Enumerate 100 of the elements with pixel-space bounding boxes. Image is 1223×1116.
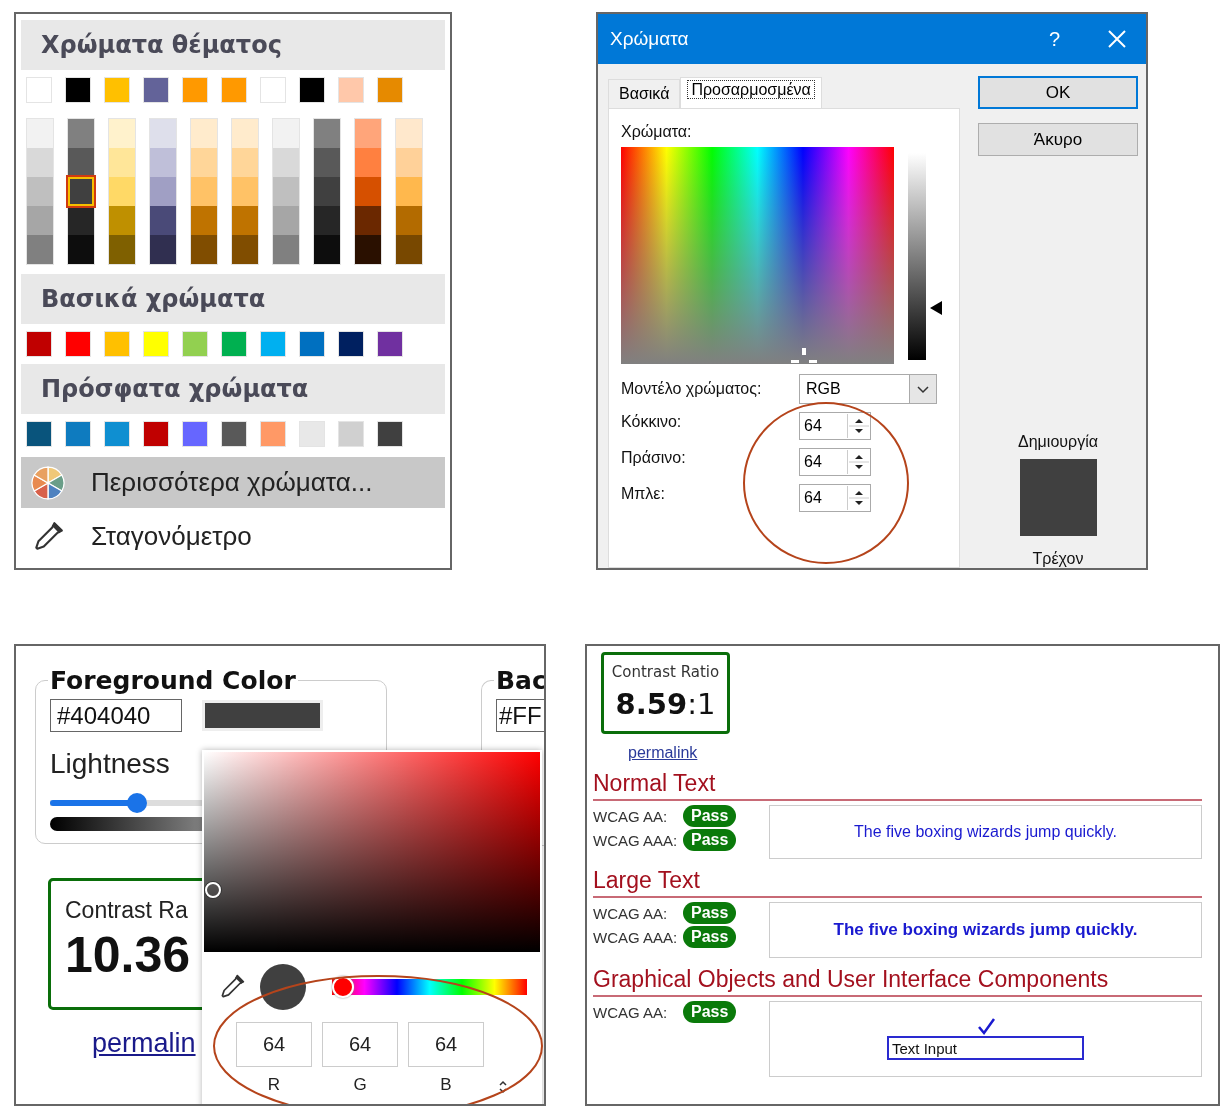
color-swatch[interactable] (182, 421, 208, 447)
color-swatch[interactable] (232, 206, 258, 235)
color-swatch[interactable] (396, 119, 422, 148)
spin-field[interactable]: 64 (799, 448, 871, 476)
color-swatch[interactable] (232, 148, 258, 177)
color-swatch[interactable] (191, 177, 217, 206)
color-swatch[interactable] (109, 206, 135, 235)
dialog-button[interactable]: Άκυρο (978, 123, 1138, 156)
color-swatch[interactable] (221, 77, 247, 103)
color-swatch[interactable] (273, 206, 299, 235)
color-swatch[interactable] (314, 119, 340, 148)
color-swatch[interactable] (27, 148, 53, 177)
color-swatch[interactable] (143, 77, 169, 103)
color-swatch[interactable] (26, 331, 52, 357)
color-swatch[interactable] (109, 235, 135, 264)
color-swatch[interactable] (150, 235, 176, 264)
color-swatch[interactable] (299, 331, 325, 357)
color-swatch[interactable] (68, 206, 94, 235)
color-swatch[interactable] (202, 700, 323, 731)
color-swatch[interactable] (68, 177, 94, 206)
picker-handle[interactable] (205, 881, 221, 898)
color-swatch[interactable] (27, 235, 53, 264)
color-swatch[interactable] (143, 331, 169, 357)
color-swatch[interactable] (232, 177, 258, 206)
chevron-updown-icon[interactable] (498, 1080, 508, 1094)
spin-arrows-icon[interactable] (847, 486, 870, 510)
spin-field[interactable]: 64 (799, 484, 871, 512)
color-swatch[interactable] (338, 331, 364, 357)
color-swatch[interactable] (260, 331, 286, 357)
color-swatch[interactable] (396, 177, 422, 206)
color-swatch[interactable] (143, 421, 169, 447)
color-swatch[interactable] (273, 119, 299, 148)
hex-input[interactable]: #404040 (50, 699, 182, 732)
color-swatch[interactable] (68, 119, 94, 148)
color-swatch[interactable] (27, 119, 53, 148)
color-swatch[interactable] (377, 77, 403, 103)
color-swatch[interactable] (232, 119, 258, 148)
channel-input[interactable]: 64 (322, 1022, 398, 1067)
color-swatch[interactable] (68, 235, 94, 264)
color-swatch[interactable] (104, 421, 130, 447)
color-swatch[interactable] (182, 331, 208, 357)
color-swatch[interactable] (314, 148, 340, 177)
color-swatch[interactable] (26, 77, 52, 103)
close-icon[interactable] (1108, 30, 1126, 48)
color-swatch[interactable] (65, 331, 91, 357)
color-swatch[interactable] (182, 77, 208, 103)
spin-arrows-icon[interactable] (847, 414, 870, 438)
channel-input[interactable]: 64 (408, 1022, 484, 1067)
color-swatch[interactable] (191, 235, 217, 264)
color-swatch[interactable] (273, 235, 299, 264)
color-swatch[interactable] (260, 77, 286, 103)
color-swatch[interactable] (109, 148, 135, 177)
color-swatch[interactable] (221, 421, 247, 447)
color-swatch[interactable] (109, 119, 135, 148)
saturation-gradient[interactable] (204, 752, 540, 952)
slider-thumb[interactable] (332, 976, 354, 998)
color-swatch[interactable] (27, 206, 53, 235)
color-swatch[interactable] (299, 421, 325, 447)
color-swatch[interactable] (191, 206, 217, 235)
color-swatch[interactable] (150, 206, 176, 235)
channel-input[interactable]: 64 (236, 1022, 312, 1067)
color-swatch[interactable] (260, 421, 286, 447)
slider-thumb[interactable] (126, 793, 147, 813)
color-swatch[interactable] (396, 206, 422, 235)
color-swatch[interactable] (355, 235, 381, 264)
permalink[interactable]: permalin (92, 1028, 196, 1059)
spin-field[interactable]: 64 (799, 412, 871, 440)
color-swatch[interactable] (396, 148, 422, 177)
color-swatch[interactable] (314, 235, 340, 264)
dialog-button[interactable]: OK (978, 76, 1138, 109)
color-swatch[interactable] (338, 421, 364, 447)
color-swatch[interactable] (27, 177, 53, 206)
color-swatch[interactable] (355, 148, 381, 177)
color-swatch[interactable] (221, 331, 247, 357)
color-swatch[interactable] (355, 206, 381, 235)
color-swatch[interactable] (232, 235, 258, 264)
color-swatch[interactable] (109, 177, 135, 206)
arrow-icon[interactable] (930, 301, 942, 316)
color-swatch[interactable] (68, 148, 94, 177)
color-swatch[interactable] (104, 331, 130, 357)
help-button[interactable]: ? (1048, 27, 1060, 51)
color-swatch[interactable] (65, 421, 91, 447)
menu-item[interactable]: Περισσότερα χρώματα... (21, 457, 445, 508)
color-swatch[interactable] (355, 119, 381, 148)
color-swatch[interactable] (377, 331, 403, 357)
color-swatch[interactable] (150, 177, 176, 206)
color-swatch[interactable] (273, 148, 299, 177)
color-swatch[interactable] (26, 421, 52, 447)
color-swatch[interactable] (273, 177, 299, 206)
color-model-dropdown[interactable]: RGB (799, 374, 937, 404)
hue-slider[interactable] (332, 976, 527, 998)
color-swatch[interactable] (355, 177, 381, 206)
menu-item[interactable]: Σταγονόμετρο (21, 511, 445, 562)
tab[interactable]: Βασικά (608, 79, 681, 108)
text-input[interactable]: Text Input (887, 1036, 1084, 1060)
color-spectrum[interactable] (621, 147, 894, 364)
color-swatch[interactable] (104, 77, 130, 103)
hex-input[interactable]: #FF (496, 699, 544, 732)
spin-arrows-icon[interactable] (847, 450, 870, 474)
permalink[interactable]: permalink (628, 744, 698, 762)
